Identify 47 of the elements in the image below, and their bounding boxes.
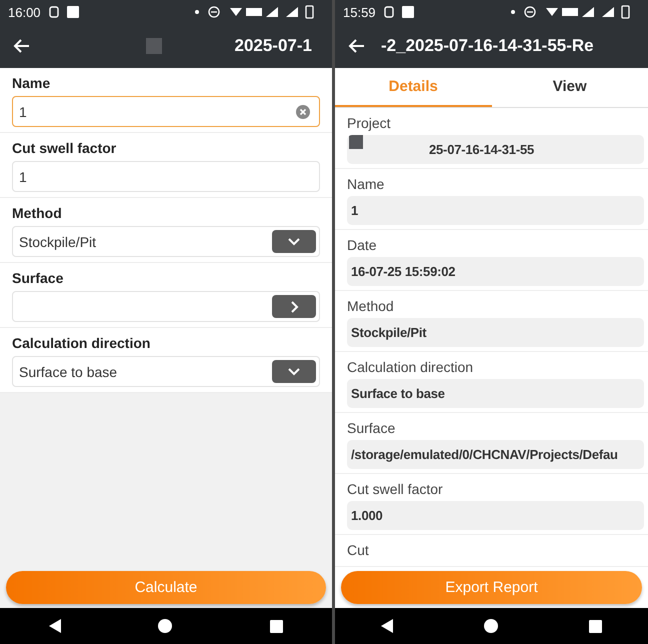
- field-label: Cut: [347, 541, 370, 560]
- input-field[interactable]: 1: [12, 96, 320, 127]
- browse-button[interactable]: [272, 295, 316, 318]
- status-time: 15:59: [343, 4, 376, 20]
- field-label: Surface: [12, 269, 64, 288]
- value-field: /storage/emulated/0/CHCNAV/Projects/Defau: [347, 440, 644, 469]
- field-label: Method: [347, 297, 395, 316]
- redaction-block: [146, 38, 162, 54]
- dropdown-button[interactable]: [272, 230, 316, 253]
- screen-title: -2_2025-07-16-14-31-55-Re: [381, 36, 594, 56]
- input-field[interactable]: 1: [12, 161, 320, 192]
- value-field: 1: [347, 196, 644, 225]
- value-field: 25-07-16-14-31-55: [347, 135, 644, 164]
- value-field: 1.000: [347, 501, 644, 530]
- notification-icon: [66, 6, 79, 18]
- screen-title: 2025-07-1: [234, 36, 312, 56]
- field-label: Project: [347, 114, 392, 133]
- value-field: Surface to base: [347, 379, 644, 408]
- notification-icon: [402, 6, 414, 18]
- back-icon[interactable]: [48, 619, 61, 633]
- field-label: Calculation direction: [347, 358, 474, 377]
- sim-icon: [384, 6, 394, 18]
- home-icon[interactable]: [158, 619, 172, 633]
- redaction-block: [349, 135, 363, 149]
- home-icon[interactable]: [484, 619, 498, 633]
- clear-icon[interactable]: [296, 104, 310, 118]
- dropdown-button[interactable]: [272, 360, 316, 383]
- field-label: Calculation direction: [12, 334, 152, 353]
- sim-icon: [48, 6, 59, 18]
- field-label: Surface: [347, 419, 396, 438]
- field-label: Method: [12, 204, 63, 223]
- recents-icon[interactable]: [270, 620, 284, 632]
- back-arrow-icon[interactable]: [12, 38, 30, 54]
- status-time: 16:00: [8, 4, 41, 20]
- back-arrow-icon[interactable]: [347, 38, 365, 54]
- select-field[interactable]: Stockpile/Pit: [12, 226, 320, 257]
- back-icon[interactable]: [380, 619, 393, 633]
- field-label: Cut swell factor: [347, 480, 444, 499]
- value-field: 16-07-25 15:59:02: [347, 257, 644, 286]
- field-label: Name: [12, 74, 52, 93]
- value-field: Stockpile/Pit: [347, 318, 644, 347]
- field-label: Cut swell factor: [12, 139, 118, 158]
- select-field[interactable]: [12, 291, 320, 322]
- select-field[interactable]: Surface to base: [12, 356, 320, 387]
- recents-icon[interactable]: [589, 620, 602, 632]
- field-label: Date: [347, 236, 378, 255]
- field-label: Name: [347, 175, 386, 194]
